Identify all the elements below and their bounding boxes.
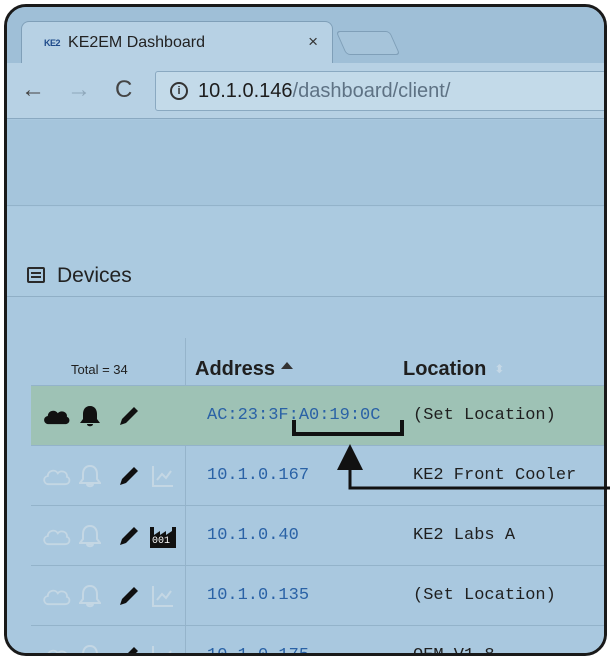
bell-icon[interactable] bbox=[79, 524, 101, 548]
chart-icon[interactable] bbox=[151, 584, 175, 608]
table-row[interactable]: 10.1.0.135 (Set Location) bbox=[31, 565, 604, 625]
table-row[interactable]: 001 10.1.0.40 KE2 Labs A bbox=[31, 505, 604, 565]
device-address-link[interactable]: 10.1.0.135 bbox=[207, 586, 309, 605]
cloud-icon[interactable] bbox=[41, 406, 71, 426]
table-row[interactable]: AC:23:3F:A0:19:0C (Set Location) bbox=[31, 385, 604, 445]
row-status-icons bbox=[41, 644, 191, 653]
device-address-link[interactable]: 10.1.0.175 bbox=[207, 646, 309, 653]
cloud-icon[interactable] bbox=[41, 526, 71, 546]
cloud-icon[interactable] bbox=[41, 466, 71, 486]
device-location: (Set Location) bbox=[413, 406, 556, 425]
bell-icon[interactable] bbox=[79, 644, 101, 653]
bell-icon[interactable] bbox=[79, 464, 101, 488]
edit-pencil-icon[interactable] bbox=[117, 584, 141, 608]
device-address-link[interactable]: AC:23:3F:A0:19:0C bbox=[207, 406, 380, 425]
factory-label: 001 bbox=[151, 536, 172, 547]
edit-pencil-icon[interactable] bbox=[117, 644, 141, 653]
edit-pencil-icon[interactable] bbox=[117, 524, 141, 548]
cloud-icon[interactable] bbox=[41, 646, 71, 653]
device-address-link[interactable]: 10.1.0.167 bbox=[207, 466, 309, 485]
cloud-icon[interactable] bbox=[41, 586, 71, 606]
row-status-icons: 001 bbox=[41, 524, 191, 548]
edit-pencil-icon[interactable] bbox=[117, 464, 141, 488]
device-location: KE2 Front Cooler bbox=[413, 466, 577, 485]
edit-pencil-icon[interactable] bbox=[117, 404, 141, 428]
table-row[interactable]: 10.1.0.175 OEM V1.8 bbox=[31, 625, 604, 653]
bell-icon[interactable] bbox=[79, 404, 101, 428]
row-status-icons bbox=[41, 464, 191, 488]
chart-icon[interactable] bbox=[151, 464, 175, 488]
row-status-icons bbox=[41, 584, 191, 608]
device-location: OEM V1.8 bbox=[413, 646, 495, 653]
table-row[interactable]: 10.1.0.167 KE2 Front Cooler bbox=[31, 445, 604, 505]
table-rows: AC:23:3F:A0:19:0C (Set Location) 10.1.0.16… bbox=[7, 7, 604, 653]
device-location: (Set Location) bbox=[413, 586, 556, 605]
bell-icon[interactable] bbox=[79, 584, 101, 608]
device-address-link[interactable]: 10.1.0.40 bbox=[207, 526, 299, 545]
chart-icon[interactable] bbox=[151, 644, 175, 653]
device-location: KE2 Labs A bbox=[413, 526, 516, 545]
row-status-icons bbox=[41, 404, 191, 428]
